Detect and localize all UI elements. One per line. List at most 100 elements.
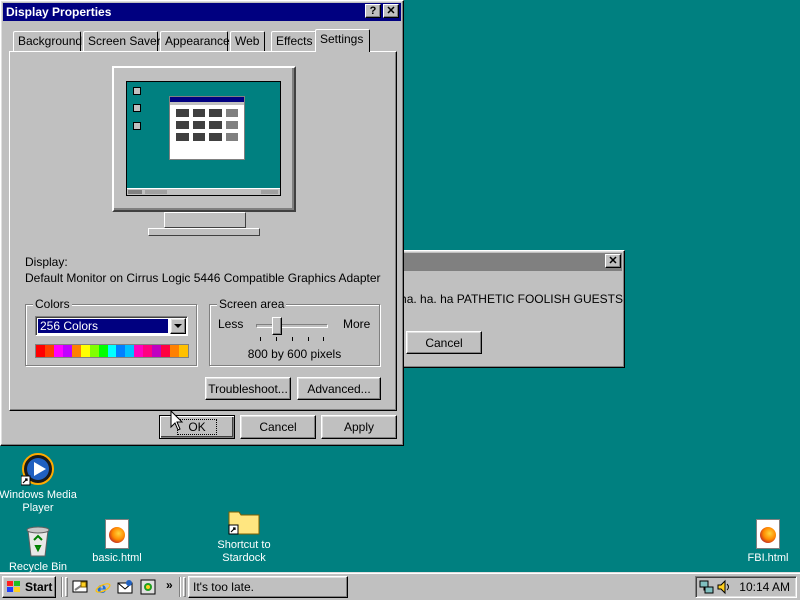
tab-background[interactable]: Background <box>13 31 82 51</box>
background-dialog-titlebar[interactable] <box>403 253 622 271</box>
color-swatch <box>170 345 179 357</box>
desktop-icon-label: Shortcut to Stardock <box>217 539 271 564</box>
tab-screen-saver[interactable]: Screen Saver <box>83 31 161 51</box>
color-swatch <box>44 345 54 357</box>
firefox-document-icon <box>756 519 780 549</box>
background-dialog-close-button[interactable]: ✕ <box>605 254 621 268</box>
color-swatch <box>134 345 144 357</box>
color-swatch <box>179 345 188 357</box>
task-button-label: It's too late. <box>193 580 254 594</box>
taskbar: Start e » It's too late. 10:14 AM <box>0 572 800 600</box>
help-button[interactable]: ? <box>365 4 381 18</box>
desktop-icon-recycle-bin[interactable]: Recycle Bin <box>0 524 78 574</box>
media-player-icon <box>21 453 54 486</box>
color-swatch <box>98 345 108 357</box>
cancel-button[interactable]: Cancel <box>240 415 316 439</box>
colors-group: Colors 256 Colors <box>25 297 197 366</box>
system-tray: 10:14 AM <box>695 576 797 598</box>
desktop-icon-basic-html[interactable]: basic.html <box>77 519 157 565</box>
tab-web[interactable]: Web <box>230 31 265 51</box>
settings-panel: Display: Default Monitor on Cirrus Logic… <box>9 51 397 411</box>
advanced-button[interactable]: Advanced... <box>297 377 381 400</box>
monitor-screen <box>126 81 281 196</box>
monitor-neck <box>164 212 246 228</box>
color-swatch <box>80 345 90 357</box>
colors-group-label: Colors <box>33 297 72 311</box>
colors-dropdown[interactable]: 256 Colors <box>35 316 188 336</box>
monitor-preview <box>112 66 296 248</box>
preview-desktop-icon <box>133 122 141 130</box>
tab-effects[interactable]: Effects <box>271 31 316 51</box>
tab-settings[interactable]: Settings <box>315 29 370 52</box>
internet-explorer-icon[interactable]: e <box>95 579 111 595</box>
resolution-text: 800 by 600 pixels <box>247 347 342 361</box>
tab-appearance[interactable]: Appearance <box>160 31 230 51</box>
background-dialog[interactable]: ✕ ha. ha. ha. ha PATHETIC FOOLISH GUESTS… <box>380 250 625 368</box>
color-swatch <box>107 345 117 357</box>
close-button[interactable]: ✕ <box>383 4 399 18</box>
color-swatch <box>161 345 171 357</box>
windows-logo-icon <box>7 581 20 592</box>
task-button-its-too-late[interactable]: It's too late. <box>188 576 348 598</box>
desktop-icon-windows-media-player[interactable]: Windows Media Player <box>0 452 78 515</box>
desktop-icon-label: FBI.html <box>747 552 789 564</box>
color-swatch <box>36 345 45 357</box>
colors-dropdown-value: 256 Colors <box>38 319 168 333</box>
preview-window-icons <box>170 105 244 145</box>
less-label: Less <box>218 317 244 331</box>
quick-launch-chevron[interactable]: » <box>166 578 173 592</box>
start-button[interactable]: Start <box>2 576 56 598</box>
preview-window <box>169 96 245 160</box>
desktop-icon-shortcut-to-stardock[interactable]: Shortcut to Stardock <box>204 506 284 565</box>
display-label: Display: <box>25 255 68 269</box>
color-swatch <box>125 345 135 357</box>
desktop-icon-label: basic.html <box>92 552 142 564</box>
display-properties-titlebar[interactable]: Display Properties <box>3 3 401 21</box>
monitor-base <box>148 228 260 236</box>
quick-launch-grip[interactable] <box>65 577 68 597</box>
preview-taskbar <box>127 188 280 195</box>
apply-button[interactable]: Apply <box>321 415 397 439</box>
firefox-document-icon <box>105 519 129 549</box>
color-swatch <box>71 345 81 357</box>
color-swatch <box>53 345 63 357</box>
channels-icon[interactable] <box>140 579 156 595</box>
display-properties-window[interactable]: Display Properties ? ✕ Background Screen… <box>0 0 404 446</box>
preview-desktop-icon <box>133 104 141 112</box>
desktop-icon-fbi-html[interactable]: FBI.html <box>728 519 800 565</box>
screen-area-group: Screen area Less More 800 by 600 pixels <box>209 297 380 366</box>
recycle-bin-icon <box>26 526 50 557</box>
start-label: Start <box>25 580 53 594</box>
screen-area-slider[interactable] <box>256 315 328 343</box>
desktop-icon-label: Windows Media Player <box>0 489 77 514</box>
slider-thumb[interactable] <box>272 317 282 335</box>
color-palette-bar <box>35 344 189 358</box>
clock[interactable]: 10:14 AM <box>739 580 790 594</box>
outlook-express-icon[interactable] <box>117 579 133 595</box>
window-title: Display Properties <box>6 5 112 19</box>
color-swatch <box>116 345 126 357</box>
task-band-grip[interactable] <box>183 577 186 597</box>
network-icon[interactable] <box>699 579 715 595</box>
volume-icon[interactable] <box>716 579 732 595</box>
display-adapter-text: Default Monitor on Cirrus Logic 5446 Com… <box>25 271 381 285</box>
background-dialog-cancel-button[interactable]: Cancel <box>406 331 482 354</box>
more-label: More <box>343 317 371 331</box>
folder-shortcut-icon <box>228 511 260 535</box>
colors-dropdown-arrow[interactable] <box>170 318 186 334</box>
taskbar-separator <box>179 577 181 597</box>
screen-area-group-label: Screen area <box>217 297 287 311</box>
preview-desktop-icon <box>133 87 141 95</box>
color-swatch <box>62 345 72 357</box>
troubleshoot-button[interactable]: Troubleshoot... <box>205 377 291 400</box>
chevron-down-icon <box>174 324 182 328</box>
background-dialog-message: ha. ha. ha. ha PATHETIC FOOLISH GUESTS! <box>401 292 623 306</box>
show-desktop-icon[interactable] <box>72 579 88 595</box>
monitor-bezel <box>112 66 296 212</box>
color-swatch <box>143 345 153 357</box>
color-swatch <box>152 345 162 357</box>
color-swatch <box>89 345 99 357</box>
slider-ticks <box>260 337 324 341</box>
mouse-cursor-icon <box>170 410 184 431</box>
taskbar-separator <box>61 577 63 597</box>
